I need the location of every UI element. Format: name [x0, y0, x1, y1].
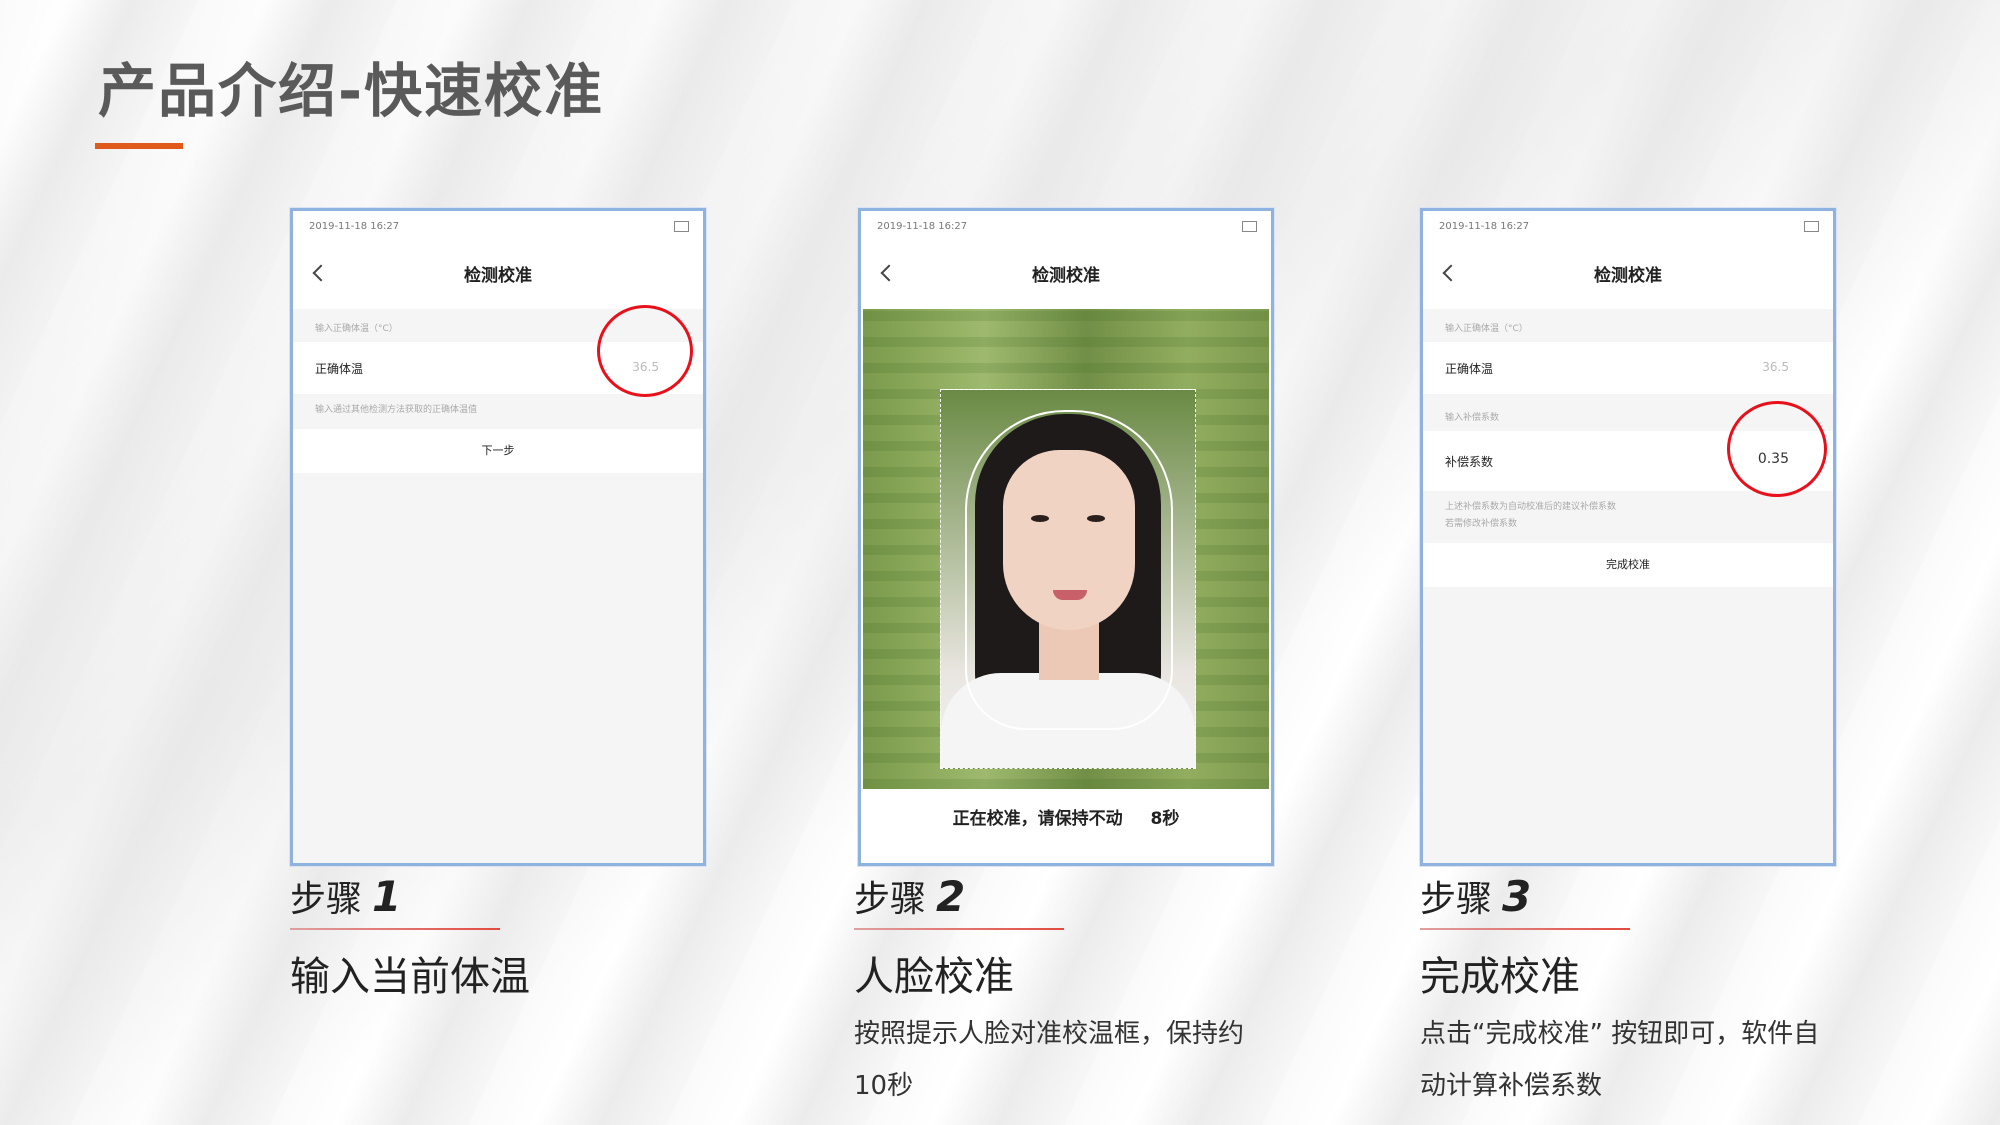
- step-underline: [290, 928, 500, 930]
- face-detection-frame: [940, 389, 1196, 769]
- complete-calibration-button[interactable]: 完成校准: [1423, 543, 1833, 587]
- phone-screen-step-2: 2019-11-18 16:27 检测校准 正在校准，请保持不动 8秒: [858, 208, 1274, 866]
- highlight-circle: [1727, 401, 1827, 497]
- phone-screen-step-1: 2019-11-18 16:27 检测校准 输入正确体温（°C） 正确体温 36…: [290, 208, 706, 866]
- temperature-label: 正确体温: [315, 362, 364, 376]
- step-title: 完成校准: [1420, 954, 1580, 1000]
- highlight-circle: [597, 305, 693, 397]
- hint-label: 输入正确体温（°C）: [1445, 324, 1528, 334]
- step-description-line: 点击“完成校准” 按钮即可，软件自: [1420, 1019, 1820, 1049]
- step-description-line: 动计算补偿系数: [1420, 1071, 1603, 1101]
- step-description-line: 按照提示人脸对准校温框，保持约: [854, 1019, 1245, 1049]
- temperature-row[interactable]: 正确体温 36.5: [1423, 342, 1833, 394]
- step-2: 步骤 2 人脸校准 按照提示人脸对准校温框，保持约 10秒: [854, 870, 1244, 1112]
- next-step-button[interactable]: 下一步: [293, 429, 703, 473]
- step-number: 1: [372, 872, 402, 921]
- temperature-label: 正确体温: [1445, 362, 1494, 376]
- cast-icon: [674, 221, 689, 232]
- temperature-input[interactable]: 36.5: [1762, 360, 1789, 374]
- title-underline: [95, 143, 183, 149]
- step-label: 步骤: [854, 879, 927, 920]
- status-time: 2019-11-18 16:27: [877, 221, 968, 232]
- hint-text: 输入通过其他检测方法获取的正确体温值: [315, 405, 478, 415]
- step-1: 步骤 1 输入当前体温: [290, 870, 530, 1002]
- phone-header: 2019-11-18 16:27 检测校准: [293, 211, 703, 309]
- phone-header: 2019-11-18 16:27 检测校准: [1423, 211, 1833, 309]
- step-underline: [1420, 928, 1630, 930]
- nav-title: 检测校准: [1032, 266, 1100, 286]
- hint-text: 若需修改补偿系数: [1445, 519, 1518, 529]
- step-label: 步骤: [290, 879, 363, 920]
- compensation-label: 补偿系数: [1445, 455, 1494, 469]
- step-title: 人脸校准: [854, 954, 1014, 1000]
- step-number: 3: [1502, 872, 1532, 921]
- face-outline-guide: [965, 410, 1173, 730]
- cast-icon: [1804, 221, 1819, 232]
- slide-title: 产品介绍-快速校准: [98, 57, 605, 125]
- status-time: 2019-11-18 16:27: [1439, 221, 1530, 232]
- camera-preview: [863, 309, 1269, 789]
- nav-title: 检测校准: [1594, 266, 1662, 286]
- step-description: 按照提示人脸对准校温框，保持约 10秒: [854, 1008, 1244, 1112]
- phone-header: 2019-11-18 16:27 检测校准: [861, 211, 1271, 309]
- nav-title: 检测校准: [464, 266, 532, 286]
- step-number: 2: [936, 872, 966, 921]
- countdown-text: 8秒: [1150, 809, 1180, 829]
- status-time: 2019-11-18 16:27: [309, 221, 400, 232]
- calibration-status: 正在校准，请保持不动 8秒: [863, 789, 1269, 863]
- cast-icon: [1242, 221, 1257, 232]
- calibration-text: 正在校准，请保持不动: [952, 809, 1123, 829]
- step-description-line: 10秒: [854, 1071, 914, 1101]
- phone-screen-step-3: 2019-11-18 16:27 检测校准 输入正确体温（°C） 正确体温 36…: [1420, 208, 1836, 866]
- step-description: 点击“完成校准” 按钮即可，软件自 动计算补偿系数: [1420, 1008, 1819, 1112]
- step-title: 输入当前体温: [290, 954, 530, 1000]
- step-3: 步骤 3 完成校准 点击“完成校准” 按钮即可，软件自 动计算补偿系数: [1420, 870, 1819, 1112]
- step-underline: [854, 928, 1064, 930]
- step-label: 步骤: [1420, 879, 1493, 920]
